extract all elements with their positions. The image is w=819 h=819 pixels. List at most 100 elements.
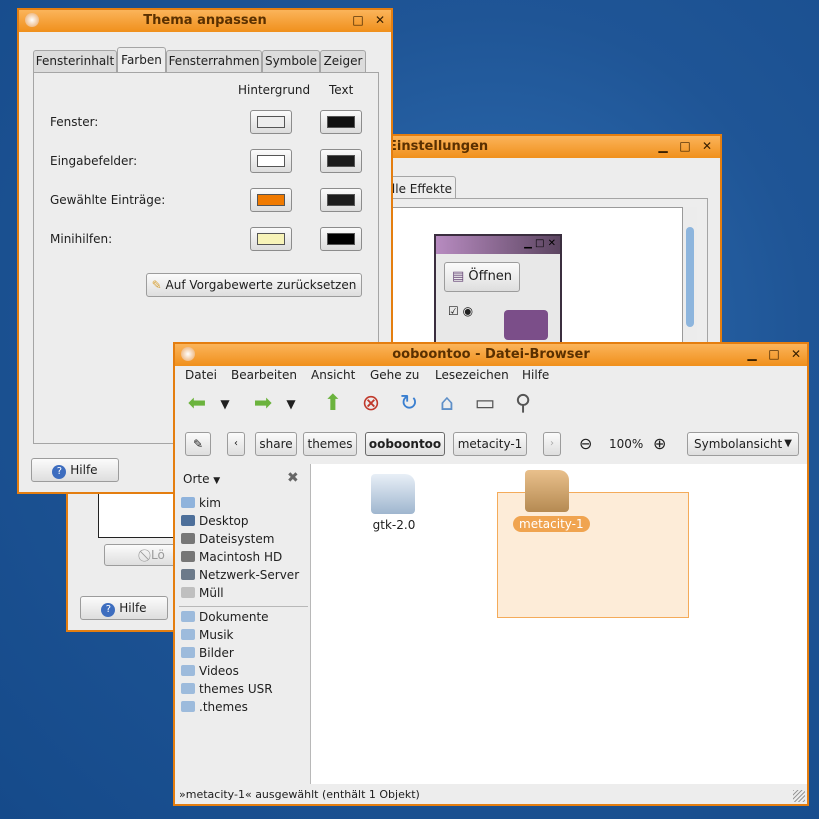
sidebar-item-documents[interactable]: Dokumente <box>181 608 269 626</box>
theme-tabs: Fensterinhalt Farben Fensterrahmen Symbo… <box>33 47 383 73</box>
window-text-color-button[interactable] <box>320 110 362 134</box>
selected-text-color-button[interactable] <box>320 188 362 212</box>
sidebar-item-filesystem[interactable]: Dateisystem <box>181 530 274 548</box>
tooltip-text-color-button[interactable] <box>320 227 362 251</box>
reset-defaults-button[interactable]: ✎ Auf Vorgabewerte zurücksetzen <box>146 273 362 297</box>
row-label-selected-items: Gewählte Einträge: <box>50 193 166 207</box>
sidebar-divider <box>179 606 308 607</box>
input-text-color-button[interactable] <box>320 149 362 173</box>
maximize-icon[interactable]: □ <box>351 13 365 27</box>
menubar: Datei Bearbeiten Ansicht Gehe zu Lesezei… <box>185 368 785 386</box>
menu-file[interactable]: Datei <box>185 368 217 382</box>
color-swatch <box>327 116 355 128</box>
sidebar-item-trash[interactable]: Müll <box>181 584 224 602</box>
sidebar-item-videos[interactable]: Videos <box>181 662 239 680</box>
reset-icon: ✎ <box>151 278 162 292</box>
folder-metacity[interactable]: metacity-1 <box>511 468 591 538</box>
path-right-arrow[interactable]: › <box>543 432 561 456</box>
search-icon[interactable]: ⚲ <box>509 390 537 418</box>
settings-title: Einstellungen <box>388 139 489 154</box>
row-label-tooltips: Minihilfen: <box>50 232 113 246</box>
folder-icon <box>181 701 195 712</box>
desktop-icon <box>181 515 195 526</box>
theme-titlebar[interactable]: Thema anpassen □ ✕ <box>19 10 391 32</box>
minimize-icon[interactable]: ▁ <box>745 347 759 361</box>
crumb-share[interactable]: share <box>255 432 297 456</box>
edit-location-button[interactable]: ✎ <box>185 432 211 456</box>
color-swatch <box>327 233 355 245</box>
color-swatch <box>327 155 355 167</box>
close-icon[interactable]: ✕ <box>789 347 803 361</box>
settings-help-button[interactable]: ? Hilfe <box>80 596 168 620</box>
browser-titlebar[interactable]: ooboontoo - Datei-Browser ▁ □ ✕ <box>175 344 807 366</box>
theme-help-button[interactable]: ? Hilfe <box>31 458 119 482</box>
sidebar-item-music[interactable]: Musik <box>181 626 234 644</box>
column-header-background: Hintergrund <box>238 83 311 97</box>
sidebar-item-themes-usr[interactable]: themes USR <box>181 680 273 698</box>
crumb-themes[interactable]: themes <box>303 432 357 456</box>
sidebar-item-kim[interactable]: kim <box>181 494 221 512</box>
color-swatch <box>257 155 285 167</box>
window-title: ooboontoo - Datei-Browser <box>392 347 590 362</box>
menu-edit[interactable]: Bearbeiten <box>231 368 297 382</box>
preview-window-buttons: ▁ □ ✕ <box>524 238 556 249</box>
menu-go[interactable]: Gehe zu <box>370 368 419 382</box>
reload-icon[interactable]: ↻ <box>395 390 423 418</box>
input-bg-color-button[interactable] <box>250 149 292 173</box>
sidebar-item-desktop[interactable]: Desktop <box>181 512 249 530</box>
zoom-level[interactable]: 100% <box>609 437 643 451</box>
forward-icon[interactable]: ➡ <box>249 390 277 418</box>
close-icon[interactable]: ✕ <box>700 139 714 153</box>
chevron-down-icon: ▼ <box>784 438 792 449</box>
help-icon: ? <box>101 603 116 617</box>
window-title: Thema anpassen <box>143 13 267 28</box>
file-view[interactable]: gtk-2.0 metacity-1 <box>311 464 807 784</box>
zoom-in-icon[interactable]: ⊕ <box>653 434 666 453</box>
menu-bookmarks[interactable]: Lesezeichen <box>435 368 509 382</box>
maximize-icon[interactable]: □ <box>678 139 692 153</box>
crumb-metacity[interactable]: metacity-1 <box>453 432 527 456</box>
tab-window-border[interactable]: Fensterrahmen <box>166 50 262 72</box>
tab-pointer[interactable]: Zeiger <box>320 50 366 72</box>
sidebar-item-dot-themes[interactable]: .themes <box>181 698 248 716</box>
color-swatch <box>257 116 285 128</box>
resize-grip[interactable] <box>793 790 805 802</box>
home-icon[interactable]: ⌂ <box>433 390 461 418</box>
folder-icon <box>371 474 415 514</box>
close-icon[interactable]: ✕ <box>373 13 387 27</box>
back-icon[interactable]: ⬅ <box>183 390 211 418</box>
path-left-arrow[interactable]: ‹ <box>227 432 245 456</box>
forward-history-icon[interactable]: ▼ <box>283 390 299 418</box>
folder-gtk[interactable]: gtk-2.0 <box>363 470 443 536</box>
folder-icon <box>181 629 195 640</box>
printer-icon: ▤ <box>451 269 465 284</box>
menu-help[interactable]: Hilfe <box>522 368 549 382</box>
minimize-icon[interactable]: ▁ <box>656 139 670 153</box>
back-history-icon[interactable]: ▼ <box>217 390 233 418</box>
tab-colors[interactable]: Farben <box>117 47 166 73</box>
window-bg-color-button[interactable] <box>250 110 292 134</box>
preview-checkbox: ☑ ◉ <box>448 304 474 318</box>
view-mode-select[interactable]: Symbolansicht ▼ <box>687 432 799 456</box>
zoom-out-icon[interactable]: ⊖ <box>579 434 592 453</box>
toolbar: ⬅ ▼ ➡ ▼ ⬆ ⊗ ↻ ⌂ ▭ ⚲ <box>183 390 803 420</box>
selected-bg-color-button[interactable] <box>250 188 292 212</box>
close-sidebar-icon[interactable]: ✖ <box>287 470 299 486</box>
chevron-down-icon: ▼ <box>213 476 221 486</box>
sidebar-item-network[interactable]: Netzwerk-Server <box>181 566 299 584</box>
drive-icon <box>181 533 195 544</box>
computer-icon[interactable]: ▭ <box>471 390 499 418</box>
tooltip-bg-color-button[interactable] <box>250 227 292 251</box>
tab-icons[interactable]: Symbole <box>262 50 320 72</box>
column-header-text: Text <box>329 83 354 97</box>
tab-window-content[interactable]: Fensterinhalt <box>33 50 117 72</box>
crumb-ooboontoo[interactable]: ooboontoo <box>365 432 445 456</box>
stop-icon[interactable]: ⊗ <box>357 390 385 418</box>
up-icon[interactable]: ⬆ <box>319 390 347 418</box>
maximize-icon[interactable]: □ <box>767 347 781 361</box>
menu-view[interactable]: Ansicht <box>311 368 355 382</box>
sidebar-header[interactable]: Orte ▼ <box>183 472 220 486</box>
sidebar: Orte ▼ ✖ kim Desktop Dateisystem Macinto… <box>177 464 311 784</box>
sidebar-item-macintosh-hd[interactable]: Macintosh HD <box>181 548 282 566</box>
sidebar-item-pictures[interactable]: Bilder <box>181 644 234 662</box>
